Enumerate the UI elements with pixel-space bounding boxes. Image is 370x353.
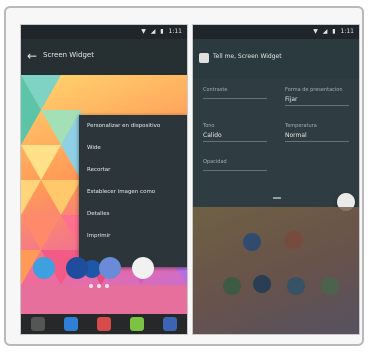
dock-app-icon[interactable] <box>130 317 145 331</box>
status-bar: ▼ ◢ ▮ 1:11 <box>21 25 187 39</box>
screenshot-frame: ▼ ◢ ▮ 1:11 ← Screen Widget Personalizar … <box>4 6 364 346</box>
battery-icon: ▮ <box>332 28 336 35</box>
menu-item-set-image-as[interactable]: Establecer imagen como <box>79 181 187 203</box>
dimmed-wallpaper <box>193 207 359 334</box>
dim-overlay <box>193 207 359 334</box>
wifi-icon: ▼ <box>313 28 318 35</box>
app-bar-title: Screen Widget <box>43 51 94 59</box>
signal-icon: ◢ <box>322 28 328 35</box>
dock-app-icon[interactable] <box>163 317 178 331</box>
app-icon[interactable] <box>66 257 88 279</box>
toolbar-title: Tell me, Screen Widget <box>213 53 282 60</box>
temperature-field[interactable]: Temperatura Normal <box>285 123 349 153</box>
menu-item-wide[interactable]: Wide <box>79 137 187 159</box>
wallpaper-preview: Personalizar en dispositivo Wide Recorta… <box>21 75 187 314</box>
signal-icon: ◢ <box>150 28 156 35</box>
app-icon <box>199 53 209 63</box>
wifi-icon: ▼ <box>141 28 146 35</box>
app-bar: ← Screen Widget <box>21 39 187 75</box>
tone-field[interactable]: Tono Calido <box>203 123 267 153</box>
menu-item-details[interactable]: Detalles <box>79 203 187 225</box>
page-indicator <box>89 284 109 288</box>
camera-icon[interactable] <box>99 257 121 279</box>
status-bar: ▼ ◢ ▮ 1:11 <box>193 25 359 39</box>
menu-item-crop[interactable]: Recortar <box>79 159 187 181</box>
home-screen-icons <box>33 257 154 279</box>
status-time: 1:11 <box>168 28 182 35</box>
contrast-field[interactable]: Contraste <box>203 87 267 117</box>
toolbar: Tell me, Screen Widget <box>193 39 359 79</box>
battery-icon: ▮ <box>160 28 164 35</box>
back-arrow-icon[interactable]: ← <box>27 49 37 63</box>
dock-app-icon[interactable] <box>63 317 78 331</box>
opacity-field[interactable]: Opacidad <box>203 159 267 189</box>
left-phone-screen: ▼ ◢ ▮ 1:11 ← Screen Widget Personalizar … <box>20 24 188 335</box>
collapse-handle-icon[interactable] <box>273 197 281 199</box>
right-phone-screen: ▼ ◢ ▮ 1:11 Tell me, Screen Widget Contra… <box>192 24 360 335</box>
overflow-menu: Personalizar en dispositivo Wide Recorta… <box>79 115 187 267</box>
dock <box>21 314 187 334</box>
display-mode-field[interactable]: Forma de presentacion Fijar <box>285 87 349 117</box>
menu-item-print[interactable]: Imprimir <box>79 225 187 247</box>
dock-app-icon[interactable] <box>30 317 45 331</box>
status-time: 1:11 <box>340 28 354 35</box>
dock-app-icon[interactable] <box>96 317 111 331</box>
store-icon[interactable] <box>132 257 154 279</box>
menu-item-personalize[interactable]: Personalizar en dispositivo <box>79 115 187 137</box>
settings-panel: Contraste Forma de presentacion Fijar To… <box>193 79 359 207</box>
settings-icon[interactable] <box>33 257 55 279</box>
